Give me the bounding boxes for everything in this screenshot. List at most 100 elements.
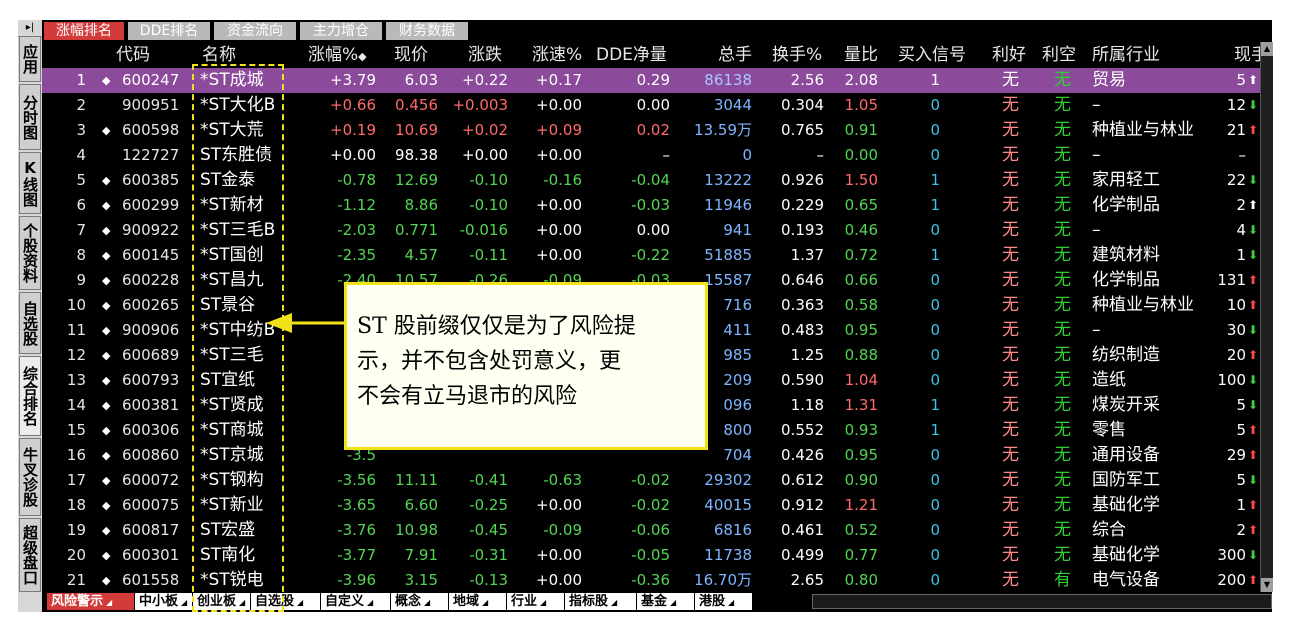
- volume-ratio: 0.88: [844, 346, 878, 364]
- nav-intraday-chart[interactable]: 分时图: [19, 84, 41, 150]
- header-change-pct[interactable]: 涨幅%◆: [308, 42, 367, 68]
- stock-name: *ST京城: [200, 445, 264, 465]
- tab-funds[interactable]: 基金 ◢: [636, 593, 694, 610]
- turnover: 0.912: [781, 496, 824, 514]
- stock-code: 600381: [122, 396, 180, 414]
- header-bad-news[interactable]: 利空: [1042, 42, 1076, 68]
- bad-news: 无: [1054, 220, 1071, 240]
- tab-industry[interactable]: 行业 ◢: [506, 593, 564, 610]
- dde-net: –: [662, 146, 671, 164]
- horizontal-scrollbar[interactable]: [812, 594, 1272, 609]
- row-number: 20: [66, 546, 86, 564]
- good-news: 无: [1002, 370, 1019, 390]
- volume-ratio: 0.66: [844, 271, 878, 289]
- tab-main-increase[interactable]: 主力增仓: [300, 22, 384, 40]
- table-row[interactable]: 4 122727 ST东胜债 +0.00 98.38 +0.00 +0.00 – 0 – 0.00 0…: [42, 143, 1260, 168]
- header-change[interactable]: 涨跌: [468, 42, 502, 68]
- tab-gain-ranking[interactable]: 涨幅排名: [44, 22, 126, 40]
- tab-gem-board[interactable]: 创业板 ◢: [192, 593, 250, 610]
- row-number: 2: [76, 96, 86, 114]
- change: -0.45: [469, 521, 508, 539]
- table-row[interactable]: 6 ◆ 600299 *ST新材 -1.12 8.86 -0.10 +0.00 -0.03 119…: [42, 193, 1260, 218]
- tab-hk-stocks[interactable]: 港股 ◢: [694, 593, 752, 610]
- buy-signal: 0: [930, 146, 940, 164]
- turnover: 2.65: [790, 571, 824, 589]
- table-row[interactable]: 7 ◆ 900922 *ST三毛B -2.03 0.771 -0.016 +0.00 0.00 9…: [42, 218, 1260, 243]
- tab-fund-flow[interactable]: 资金流向: [214, 22, 298, 40]
- stock-name: *ST锐电: [200, 570, 264, 590]
- industry: 种植业与林业: [1092, 120, 1194, 140]
- tab-risk-warning[interactable]: 风险警示 ◢: [46, 593, 134, 610]
- nav-watchlist[interactable]: 自选股: [19, 292, 41, 354]
- stock-code: 600299: [122, 196, 180, 214]
- table-row[interactable]: 18 ◆ 600075 *ST新业 -3.65 6.60 -0.25 +0.00 -0.02 40…: [42, 493, 1260, 518]
- header-volume[interactable]: 总手: [718, 42, 752, 68]
- row-number: 11: [66, 321, 86, 339]
- industry: –: [1092, 145, 1101, 165]
- header-industry[interactable]: 所属行业: [1092, 42, 1160, 68]
- arrow-up-icon: ⬆: [1248, 448, 1259, 462]
- tab-region[interactable]: 地域 ◢: [448, 593, 506, 610]
- row-number: 16: [66, 446, 86, 464]
- nav-super-quote[interactable]: 超级盘口: [19, 518, 41, 592]
- table-row[interactable]: 21 ◆ 601558 *ST锐电 -3.96 3.15 -0.13 +0.00 -0.36 16…: [42, 568, 1260, 593]
- change-pct: -3.76: [337, 521, 376, 539]
- nav-kline-chart[interactable]: K线图: [19, 152, 41, 214]
- table-row[interactable]: 8 ◆ 600145 *ST国创 -2.35 4.57 -0.11 +0.00 -0.22 518…: [42, 243, 1260, 268]
- header-speed[interactable]: 涨速%: [532, 42, 582, 68]
- tab-index-stocks[interactable]: 指标股 ◢: [564, 593, 636, 610]
- volume-ratio: 0.90: [844, 471, 878, 489]
- nav-app[interactable]: 应用: [19, 36, 41, 82]
- speed: +0.00: [536, 221, 582, 239]
- table-row[interactable]: 1 ◆ 600247 *ST成城 +3.79 6.03 +0.22 +0.17 0.29 8613…: [42, 68, 1260, 93]
- nav-overall-ranking[interactable]: 综合排名: [19, 356, 41, 436]
- arrow-up-icon: ⬆: [1248, 198, 1259, 212]
- speed: +0.17: [536, 71, 582, 89]
- buy-signal: 1: [930, 171, 940, 189]
- current-hand: 5: [1236, 471, 1246, 489]
- table-row[interactable]: 20 ◆ 600301 ST南化 -3.77 7.91 -0.31 +0.00 -0.05 117…: [42, 543, 1260, 568]
- stock-name: *ST贤成: [200, 395, 264, 415]
- arrow-up-icon: ⬆: [1248, 348, 1259, 362]
- header-turnover[interactable]: 换手%: [772, 42, 822, 68]
- flag-icon: ◆: [102, 174, 111, 187]
- header-name[interactable]: 名称: [202, 42, 236, 68]
- price: 4.57: [404, 246, 438, 264]
- scroll-down-icon[interactable]: ▼: [1261, 578, 1273, 592]
- stock-name: *ST国创: [200, 245, 264, 265]
- table-row[interactable]: 5 ◆ 600385 ST金泰 -0.78 12.69 -0.10 -0.16 -0.04 132…: [42, 168, 1260, 193]
- tab-dde-ranking[interactable]: DDE排名: [128, 22, 212, 40]
- tab-sme-board[interactable]: 中小板 ◢: [134, 593, 192, 610]
- header-dde[interactable]: DDE净量: [596, 42, 667, 68]
- table-row[interactable]: 2 900951 *ST大化B +0.66 0.456 +0.003 +0.00 0.00 30…: [42, 93, 1260, 118]
- nav-stock-profile[interactable]: 个股资料: [19, 216, 41, 290]
- dde-net: 0.00: [636, 96, 670, 114]
- turnover: 0.612: [781, 471, 824, 489]
- tab-concept[interactable]: 概念 ◢: [390, 593, 448, 610]
- table-row[interactable]: 19 ◆ 600817 ST宏盛 -3.76 10.98 -0.45 -0.09 -0.06 68…: [42, 518, 1260, 543]
- table-row[interactable]: 3 ◆ 600598 *ST大荒 +0.19 10.69 +0.02 +0.09 0.02 13.…: [42, 118, 1260, 143]
- table-header: 代码 名称 涨幅%◆ 现价 涨跌 涨速% DDE净量 总手 换手% 量比 买入信…: [42, 42, 1268, 68]
- tab-financial-data[interactable]: 财务数据: [386, 22, 470, 40]
- header-price[interactable]: 现价: [394, 42, 428, 68]
- callout-line: ST 股前缀仅仅是为了风险提: [357, 314, 636, 339]
- header-volume-ratio[interactable]: 量比: [844, 42, 878, 68]
- tab-watchlist[interactable]: 自选股 ◢: [250, 593, 320, 610]
- collapse-nav-icon[interactable]: ▸|: [18, 20, 42, 37]
- scroll-up-icon[interactable]: ▲: [1261, 42, 1273, 56]
- arrow-up-icon: ⬆: [1248, 498, 1259, 512]
- tab-custom[interactable]: 自定义 ◢: [320, 593, 390, 610]
- header-good-news[interactable]: 利好: [992, 42, 1026, 68]
- vertical-scrollbar[interactable]: ▲ ▼: [1260, 42, 1273, 592]
- flag-icon: ◆: [102, 74, 111, 87]
- industry: 煤炭开采: [1092, 395, 1160, 415]
- header-buy-signal[interactable]: 买入信号: [898, 42, 966, 68]
- table-row[interactable]: 17 ◆ 600072 *ST钢构 -3.56 11.11 -0.41 -0.63 -0.02 2…: [42, 468, 1260, 493]
- price: 3.15: [404, 571, 438, 589]
- nav-stock-diagnosis[interactable]: 牛叉诊股: [19, 438, 41, 516]
- header-code[interactable]: 代码: [116, 42, 150, 68]
- dde-net: -0.03: [631, 196, 670, 214]
- dde-net: 0.29: [636, 71, 670, 89]
- speed: -0.16: [543, 171, 582, 189]
- bad-news: 无: [1054, 145, 1071, 165]
